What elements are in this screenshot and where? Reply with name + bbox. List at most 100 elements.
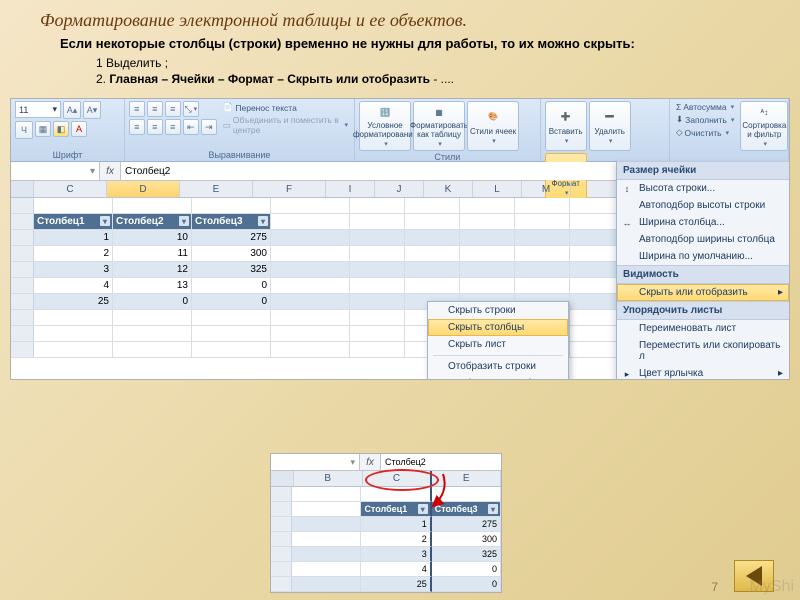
menu-move-copy-sheet[interactable]: Переместить или скопировать л (617, 337, 789, 365)
cell[interactable]: 3 (34, 262, 113, 278)
align-right-button[interactable]: ≡ (165, 119, 181, 135)
ctx-hide-sheet[interactable]: Скрыть лист (428, 336, 568, 353)
format-as-table-button[interactable]: ▦Форматировать как таблицу (413, 101, 465, 151)
ribbon-group-font-label: Шрифт (15, 149, 120, 161)
cell[interactable]: 0 (432, 562, 501, 577)
fill-button[interactable]: ⬇Заполнить (674, 113, 736, 126)
page-subtitle: Если некоторые столбцы (строки) временно… (0, 35, 800, 53)
align-bot-button[interactable]: ≡ (165, 101, 181, 117)
col-header[interactable]: J (375, 181, 424, 197)
select-all-corner[interactable] (11, 181, 34, 197)
cell[interactable]: 4 (361, 562, 431, 577)
cell[interactable]: 25 (34, 294, 113, 310)
format-section-cell-size: Размер ячейки (617, 161, 789, 180)
menu-hide-show[interactable]: Скрыть или отобразить▸ (617, 284, 789, 301)
align-top-button[interactable]: ≡ (129, 101, 145, 117)
menu-col-width[interactable]: ↔Ширина столбца... (617, 214, 789, 231)
orientation-button[interactable]: ⤡ (183, 101, 199, 117)
sort-filter-button[interactable]: ᴬ↕Сортировка и фильтр (740, 101, 788, 151)
page-number: 7 (711, 580, 718, 594)
cell[interactable]: 300 (432, 532, 501, 547)
table-header[interactable]: Столбец2 (113, 214, 192, 230)
ctx-hide-rows[interactable]: Скрыть строки (428, 302, 568, 319)
mini-name-box[interactable]: ▾ (271, 454, 360, 470)
cell[interactable]: 13 (113, 278, 192, 294)
menu-default-width[interactable]: Ширина по умолчанию... (617, 248, 789, 265)
mini-col-header[interactable]: E (432, 471, 501, 486)
cell[interactable]: 2 (361, 532, 431, 547)
cell[interactable]: 4 (34, 278, 113, 294)
ctx-show-cols[interactable]: Отобразить столбцы (428, 375, 568, 380)
cell[interactable]: 0 (192, 278, 271, 294)
delete-icon: ➖ (601, 108, 619, 126)
cell[interactable]: 275 (432, 517, 501, 532)
col-header[interactable]: C (34, 181, 107, 197)
ribbon-group-styles: 🔢Условное форматирование ▦Форматировать … (355, 99, 541, 161)
align-left-button[interactable]: ≡ (129, 119, 145, 135)
cell[interactable]: 1 (34, 230, 113, 246)
fill-color-button[interactable]: ◧ (53, 121, 69, 137)
cell[interactable]: 0 (113, 294, 192, 310)
ribbon-group-editing: ΣАвтосумма ⬇Заполнить ◇Очистить ᴬ↕Сортир… (670, 99, 789, 161)
fx-label[interactable]: fx (100, 166, 120, 177)
cell[interactable]: 325 (432, 547, 501, 562)
col-header[interactable]: F (253, 181, 326, 197)
clear-button[interactable]: ◇Очистить (674, 126, 736, 139)
wrap-text-button[interactable]: 📄Перенос текста (221, 101, 350, 114)
table-header[interactable]: Столбец1 (34, 214, 113, 230)
dec-indent-button[interactable]: ⇤ (183, 119, 199, 135)
mini-col-header[interactable]: C (363, 471, 433, 486)
cell[interactable]: 3 (361, 547, 431, 562)
font-size-selector[interactable]: 11▾ (15, 101, 61, 118)
insert-button[interactable]: ➕Вставить (545, 101, 587, 151)
cell-styles-button[interactable]: 🎨Стили ячеек (467, 101, 519, 151)
ribbon: 11▾ A▴ A▾ Ч ▦ ◧ A Шрифт ≡≡≡⤡ ≡≡≡⇤⇥ 📄Пере… (11, 99, 789, 162)
ctx-hide-cols[interactable]: Скрыть столбцы (428, 319, 568, 336)
col-header[interactable]: D (107, 181, 180, 197)
cell[interactable]: 275 (192, 230, 271, 246)
name-box[interactable]: ▾ (11, 162, 100, 180)
underline-button[interactable]: Ч (15, 121, 33, 139)
font-color-button[interactable]: A (71, 121, 87, 137)
cell[interactable]: 1 (361, 517, 431, 532)
menu-tab-color[interactable]: ▸Цвет ярлычка▸ (617, 365, 789, 380)
ribbon-group-cells: ➕Вставить ➖Удалить 🔧Формат Ячейки (541, 99, 670, 161)
col-header[interactable]: K (424, 181, 473, 197)
cell[interactable]: 25 (361, 577, 431, 592)
col-header[interactable]: E (180, 181, 253, 197)
delete-button[interactable]: ➖Удалить (589, 101, 631, 151)
ctx-show-rows[interactable]: Отобразить строки (428, 358, 568, 375)
align-center-button[interactable]: ≡ (147, 119, 163, 135)
align-mid-button[interactable]: ≡ (147, 101, 163, 117)
mini-table-header[interactable]: Столбец3 (432, 502, 501, 517)
border-button[interactable]: ▦ (35, 121, 51, 137)
cell[interactable]: 10 (113, 230, 192, 246)
col-header[interactable]: M (522, 181, 571, 197)
increase-font-button[interactable]: A▴ (63, 101, 81, 119)
conditional-formatting-button[interactable]: 🔢Условное форматирование (359, 101, 411, 151)
cell[interactable]: 0 (432, 577, 501, 592)
menu-rename-sheet[interactable]: Переименовать лист (617, 320, 789, 337)
col-header[interactable]: I (326, 181, 375, 197)
cell[interactable]: 0 (192, 294, 271, 310)
decrease-font-button[interactable]: A▾ (83, 101, 101, 119)
cell[interactable]: 2 (34, 246, 113, 262)
menu-autofit-row[interactable]: Автоподбор высоты строки (617, 197, 789, 214)
cell[interactable]: 325 (192, 262, 271, 278)
autosum-button[interactable]: ΣАвтосумма (674, 101, 736, 113)
sort-icon: ᴬ↕ (755, 104, 773, 120)
mini-table-header[interactable]: Столбец1 (361, 502, 431, 517)
menu-autofit-col[interactable]: Автоподбор ширины столбца (617, 231, 789, 248)
cell[interactable]: 11 (113, 246, 192, 262)
col-header[interactable]: L (473, 181, 522, 197)
ribbon-group-font: 11▾ A▴ A▾ Ч ▦ ◧ A Шрифт (11, 99, 125, 161)
mini-col-header[interactable]: B (294, 471, 363, 486)
merge-center-button[interactable]: ▭Объединить и поместить в центре (221, 114, 350, 136)
cell[interactable]: 12 (113, 262, 192, 278)
menu-row-height[interactable]: ↕Высота строки... (617, 180, 789, 197)
mini-formula-value[interactable]: Столбец2 (380, 454, 501, 470)
cell[interactable]: 300 (192, 246, 271, 262)
inc-indent-button[interactable]: ⇥ (201, 119, 217, 135)
mini-select-all[interactable] (271, 471, 294, 486)
table-header[interactable]: Столбец3 (192, 214, 271, 230)
